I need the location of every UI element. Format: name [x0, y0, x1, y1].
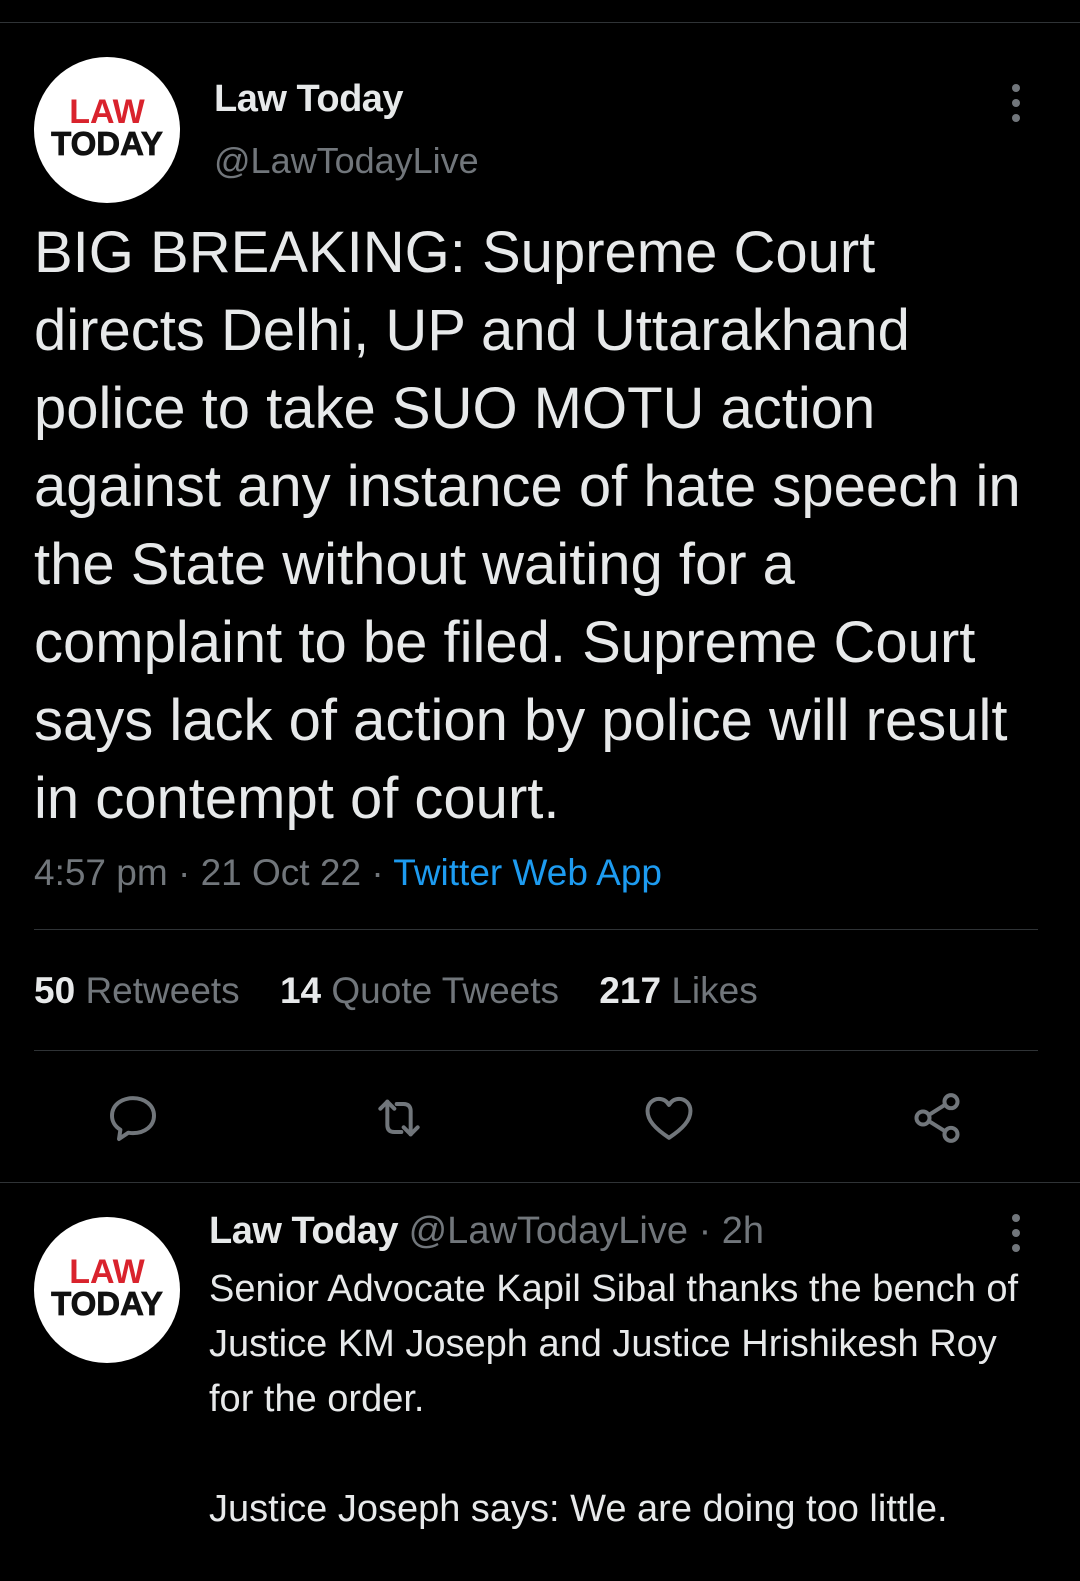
source-app-link[interactable]: Twitter Web App	[393, 852, 662, 893]
reply-text: Senior Advocate Kapil Sibal thanks the b…	[209, 1268, 1019, 1530]
logo-line2: TODAY	[51, 125, 163, 162]
tweet-meta: 4:57 pm · 21 Oct 22 · Twitter Web App	[34, 852, 662, 894]
likes-count: 217	[599, 970, 662, 1011]
reply-header: Law Today @LawTodayLive · 2h	[209, 1210, 764, 1253]
law-today-logo: LAW TODAY	[51, 1253, 164, 1322]
share-icon[interactable]	[909, 1090, 965, 1146]
quotes-label: Quote Tweets	[331, 970, 560, 1011]
likes-label: Likes	[671, 970, 758, 1011]
author-name[interactable]: Law Today	[214, 78, 404, 121]
meta-separator: ·	[177, 852, 191, 893]
avatar[interactable]: LAW TODAY	[34, 57, 180, 203]
quotes-count: 14	[279, 970, 322, 1011]
like-icon[interactable]	[641, 1090, 697, 1146]
retweet-icon[interactable]	[371, 1090, 427, 1146]
more-options-icon[interactable]	[1006, 82, 1026, 132]
reply-time[interactable]: 2h	[722, 1210, 764, 1252]
logo-line2: TODAY	[51, 1285, 163, 1322]
reply-avatar[interactable]: LAW TODAY	[34, 1217, 180, 1363]
reply-author-handle[interactable]: @LawTodayLive	[409, 1210, 688, 1252]
retweets-label: Retweets	[85, 970, 240, 1011]
retweets-stat[interactable]: 50 Retweets	[34, 970, 250, 1011]
divider	[0, 1182, 1080, 1183]
divider	[34, 1050, 1038, 1051]
reply-author-name[interactable]: Law Today	[209, 1210, 399, 1252]
retweets-count: 50	[34, 970, 76, 1011]
tweet-text: BIG BREAKING: Supreme Court directs Delh…	[34, 220, 1037, 831]
law-today-logo: LAW TODAY	[51, 93, 164, 162]
more-options-icon[interactable]	[1006, 1212, 1026, 1262]
quote-tweets-stat[interactable]: 14 Quote Tweets	[280, 970, 569, 1011]
top-divider	[0, 22, 1080, 23]
divider	[34, 929, 1038, 930]
tweet-stats: 50 Retweets 14 Quote Tweets 217 Likes	[34, 970, 788, 1012]
meta-separator: ·	[371, 852, 384, 893]
tweet-date[interactable]: 21 Oct 22	[201, 852, 361, 893]
meta-separator: ·	[698, 1210, 712, 1252]
author-handle[interactable]: @LawTodayLive	[214, 140, 479, 182]
tweet-time[interactable]: 4:57 pm	[34, 852, 168, 893]
reply-icon[interactable]	[105, 1090, 161, 1146]
likes-stat[interactable]: 217 Likes	[599, 970, 757, 1011]
